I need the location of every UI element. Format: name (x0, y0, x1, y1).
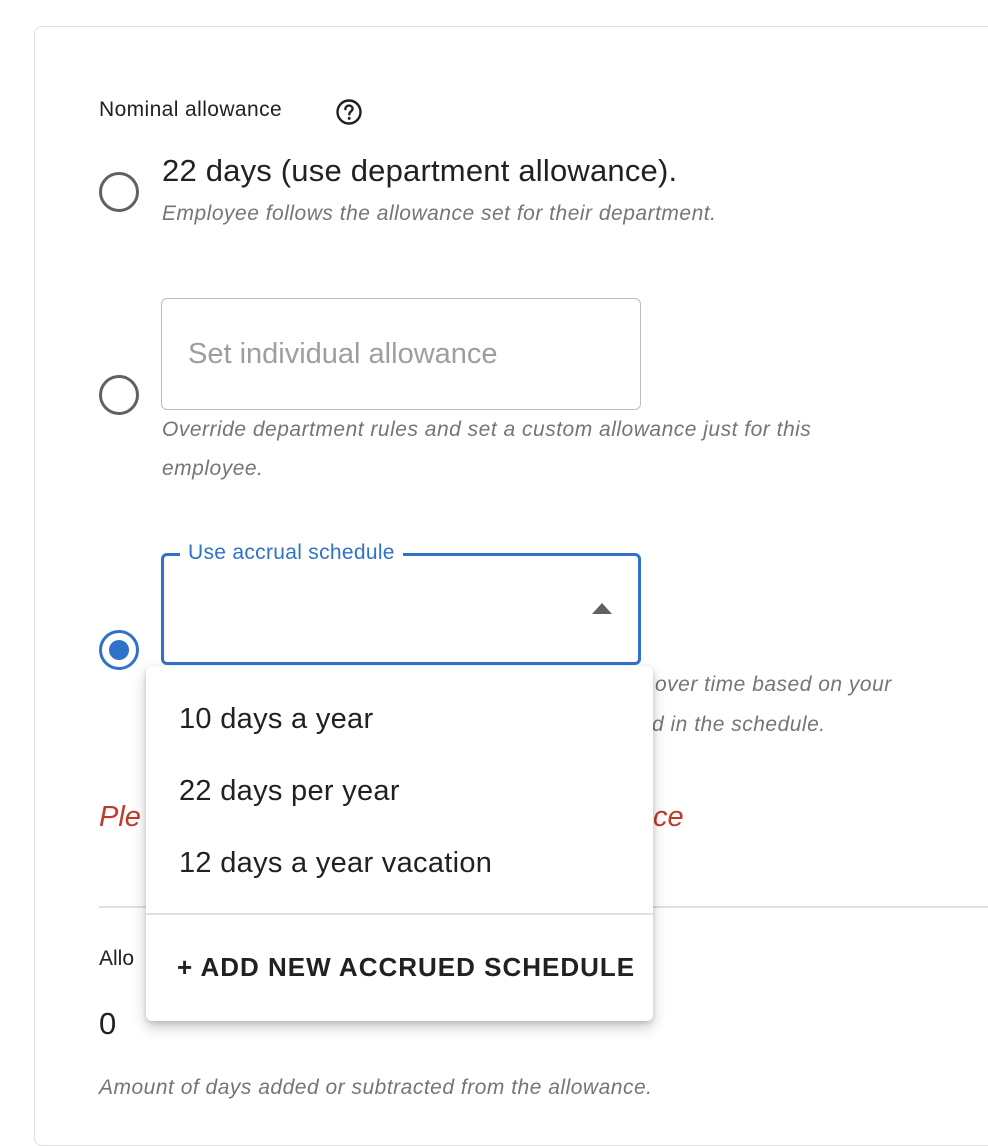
individual-allowance-field[interactable] (161, 298, 641, 410)
individual-allowance-helper-line2: employee. (162, 457, 264, 480)
accrual-schedule-helper-line1: over time based on your (655, 673, 892, 696)
adjustment-label: Allo (99, 947, 135, 970)
individual-allowance-helper-line1: Override department rules and set a cust… (162, 418, 812, 441)
department-allowance-title: 22 days (use department allowance). (162, 153, 678, 188)
nominal-allowance-label: Nominal allowance (99, 98, 283, 121)
caret-up-icon[interactable] (592, 603, 612, 614)
radio-individual-allowance[interactable] (99, 375, 139, 415)
menu-option-10-days[interactable]: 10 days a year (146, 683, 653, 755)
menu-option-22-days[interactable]: 22 days per year (146, 755, 653, 827)
department-allowance-helper: Employee follows the allowance set for t… (162, 202, 717, 225)
accrual-schedule-menu: 10 days a year 22 days per year 12 days … (146, 666, 653, 1021)
menu-divider (146, 913, 653, 915)
error-message-end: ce (653, 801, 684, 833)
radio-department-allowance[interactable] (99, 172, 139, 212)
individual-allowance-input[interactable] (188, 329, 608, 379)
help-circle-icon[interactable] (335, 98, 363, 126)
accrual-schedule-helper-line2: d in the schedule. (652, 713, 826, 736)
error-message-start: Ple (99, 801, 141, 833)
add-new-accrued-schedule-button[interactable]: + ADD NEW ACCRUED SCHEDULE (146, 934, 653, 1000)
accrual-schedule-label: Use accrual schedule (180, 540, 403, 566)
menu-option-12-days-vacation[interactable]: 12 days a year vacation (146, 827, 653, 899)
accrual-schedule-select[interactable] (161, 553, 641, 665)
adjustment-helper: Amount of days added or subtracted from … (99, 1076, 653, 1099)
radio-accrual-schedule[interactable] (99, 630, 139, 670)
adjustment-value[interactable]: 0 (99, 1006, 116, 1042)
